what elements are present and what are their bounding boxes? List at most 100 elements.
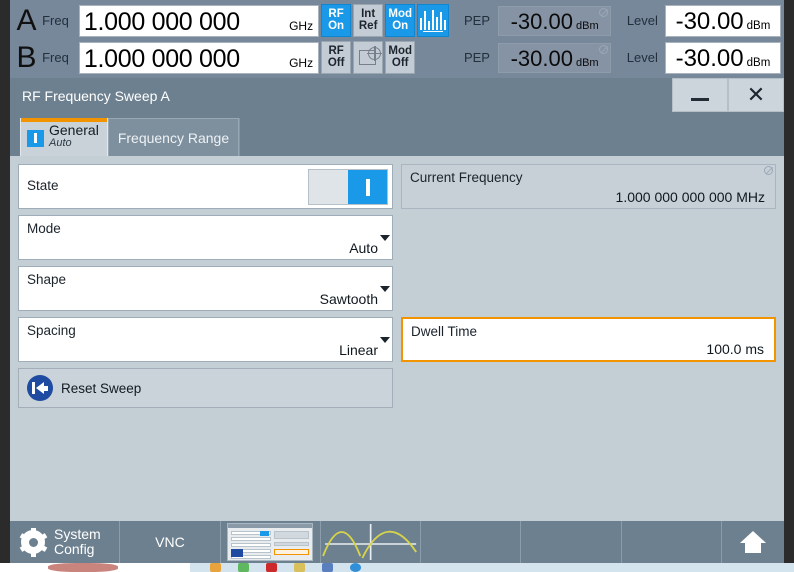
taskbar-item-waveform[interactable] bbox=[321, 521, 422, 563]
level-field-a[interactable]: -30.00 dBm bbox=[664, 4, 782, 37]
pep-label-b: PEP bbox=[463, 50, 490, 65]
taskbar-item-system-config[interactable]: System Config bbox=[10, 521, 121, 563]
spectrum-icon[interactable] bbox=[417, 4, 450, 37]
picture-icon[interactable] bbox=[322, 563, 333, 572]
close-button[interactable]: ✕ bbox=[728, 78, 784, 112]
state-toggle-off-half bbox=[309, 170, 348, 204]
os-taskbar bbox=[0, 563, 794, 572]
pep-value-b: -30.00 bbox=[510, 45, 573, 71]
screen-root: A Freq 1.000 000 000 000 GHz RF On Int R… bbox=[0, 0, 794, 572]
dwell-time-field[interactable]: Dwell Time 100.0 ms bbox=[401, 317, 776, 362]
chevron-down-icon[interactable] bbox=[380, 286, 390, 292]
tab-frequency-range[interactable]: Frequency Range bbox=[107, 118, 240, 156]
readonly-icon bbox=[764, 166, 773, 175]
taskbar-item-dialog-thumbnail[interactable] bbox=[221, 521, 321, 563]
rf-on-button[interactable]: RF On bbox=[321, 4, 352, 37]
taskbar-item-5[interactable] bbox=[421, 521, 522, 563]
mod-off-button[interactable]: Mod Off bbox=[385, 41, 416, 74]
chevron-down-icon[interactable] bbox=[380, 235, 390, 241]
pep-field-b: -30.00 dBm bbox=[497, 42, 612, 73]
minimize-icon bbox=[691, 98, 709, 101]
status-row-b: B Freq 1.000 000 000 000 GHz RF Off Mod … bbox=[10, 39, 784, 105]
dialog-titlebar: RF Frequency Sweep A ✕ bbox=[10, 78, 784, 114]
level-unit-a: dBm bbox=[746, 19, 771, 32]
right-bezel bbox=[784, 0, 794, 572]
level-value-b: -30.00 bbox=[675, 44, 744, 72]
pep-field-a: -30.00 dBm bbox=[498, 5, 612, 36]
taskbar-item-home[interactable] bbox=[722, 521, 784, 563]
readonly-icon bbox=[599, 7, 609, 17]
pep-unit-b: dBm bbox=[575, 56, 599, 69]
mail-icon[interactable] bbox=[266, 563, 277, 572]
tab-general[interactable]: General Auto bbox=[20, 118, 108, 156]
shape-field[interactable]: Shape Sawtooth bbox=[18, 266, 393, 311]
home-icon bbox=[739, 531, 766, 553]
shape-label: Shape bbox=[27, 272, 67, 287]
tab-general-sublabel: Auto bbox=[49, 137, 72, 149]
mode-field[interactable]: Mode Auto bbox=[18, 215, 393, 260]
mode-label: Mode bbox=[27, 221, 61, 236]
spacing-value: Linear bbox=[339, 342, 378, 358]
rf-off-button[interactable]: RF Off bbox=[321, 41, 352, 74]
state-toggle[interactable] bbox=[308, 169, 388, 205]
mod-off-line2: Off bbox=[391, 56, 409, 69]
mod-on-line2: On bbox=[392, 19, 409, 32]
mod-off-line1: Mod bbox=[388, 45, 413, 57]
spacing-label: Spacing bbox=[27, 323, 76, 338]
active-tab-indicator bbox=[21, 118, 107, 122]
pep-unit-a: dBm bbox=[576, 19, 599, 32]
rf-on-line2: On bbox=[328, 19, 345, 32]
reference-oscillator-icon[interactable] bbox=[353, 41, 384, 74]
folder-icon[interactable] bbox=[210, 563, 221, 572]
readonly-icon bbox=[599, 44, 609, 54]
dwell-time-label: Dwell Time bbox=[411, 324, 478, 339]
mode-value: Auto bbox=[349, 240, 378, 256]
dialog-thumbnail bbox=[226, 523, 313, 561]
rf-on-line1: RF bbox=[328, 8, 344, 20]
gear-icon bbox=[19, 527, 47, 557]
pep-value-a: -30.00 bbox=[510, 8, 573, 34]
status-header: A Freq 1.000 000 000 000 GHz RF On Int R… bbox=[10, 0, 784, 105]
minimize-button[interactable] bbox=[672, 78, 728, 112]
tab-frequency-range-label: Frequency Range bbox=[117, 129, 230, 146]
mod-on-line1: Mod bbox=[388, 8, 413, 20]
shield-icon[interactable] bbox=[238, 563, 249, 572]
taskbar-item-6[interactable] bbox=[521, 521, 622, 563]
taskbar-item-vnc[interactable]: VNC bbox=[120, 521, 221, 563]
waveform-icon bbox=[322, 524, 417, 560]
state-field[interactable]: State bbox=[18, 164, 393, 209]
int-ref-button[interactable]: Int Ref bbox=[353, 4, 384, 37]
mod-on-button[interactable]: Mod On bbox=[385, 4, 416, 37]
level-value-a: -30.00 bbox=[675, 7, 744, 35]
taskbar-item-7[interactable] bbox=[622, 521, 722, 563]
chevron-down-icon[interactable] bbox=[380, 337, 390, 343]
path-label-a: A bbox=[16, 3, 37, 37]
os-tray-icons bbox=[210, 563, 361, 572]
spectrum-icon-placeholder-b bbox=[417, 41, 449, 74]
taskbar: System Config VNC bbox=[10, 521, 784, 563]
tools-icon[interactable] bbox=[294, 563, 305, 572]
state-label: State bbox=[27, 178, 59, 193]
level-label-a: Level bbox=[626, 13, 658, 28]
dwell-time-value: 100.0 ms bbox=[706, 341, 764, 357]
os-thumbnail bbox=[0, 563, 190, 572]
state-toggle-on-half bbox=[348, 170, 387, 204]
info-icon bbox=[27, 129, 44, 147]
browser-icon[interactable] bbox=[350, 563, 361, 572]
freq-unit-a: GHz bbox=[289, 18, 314, 33]
spectrum-baseline bbox=[423, 30, 444, 32]
level-field-b[interactable]: -30.00 dBm bbox=[664, 41, 781, 74]
freq-field-b[interactable]: 1.000 000 000 000 GHz bbox=[78, 41, 320, 105]
system-config-label: System Config bbox=[54, 526, 101, 557]
ref-crosshair-h bbox=[367, 52, 383, 54]
right-column-gap-2 bbox=[401, 266, 776, 311]
dialog-body: State Mode Auto Shape Sawtooth Spacing L… bbox=[10, 156, 784, 521]
rf-off-line2: Off bbox=[327, 56, 345, 69]
tabbar-filler bbox=[239, 118, 784, 156]
current-frequency-value: 1.000 000 000 000 MHz bbox=[615, 189, 765, 205]
int-ref-line2: Ref bbox=[358, 19, 378, 32]
freq-field-a[interactable]: 1.000 000 000 000 GHz bbox=[78, 4, 320, 68]
dialog-title: RF Frequency Sweep A bbox=[22, 88, 170, 104]
reset-sweep-button[interactable]: Reset Sweep bbox=[18, 368, 393, 408]
spacing-field[interactable]: Spacing Linear bbox=[18, 317, 393, 362]
